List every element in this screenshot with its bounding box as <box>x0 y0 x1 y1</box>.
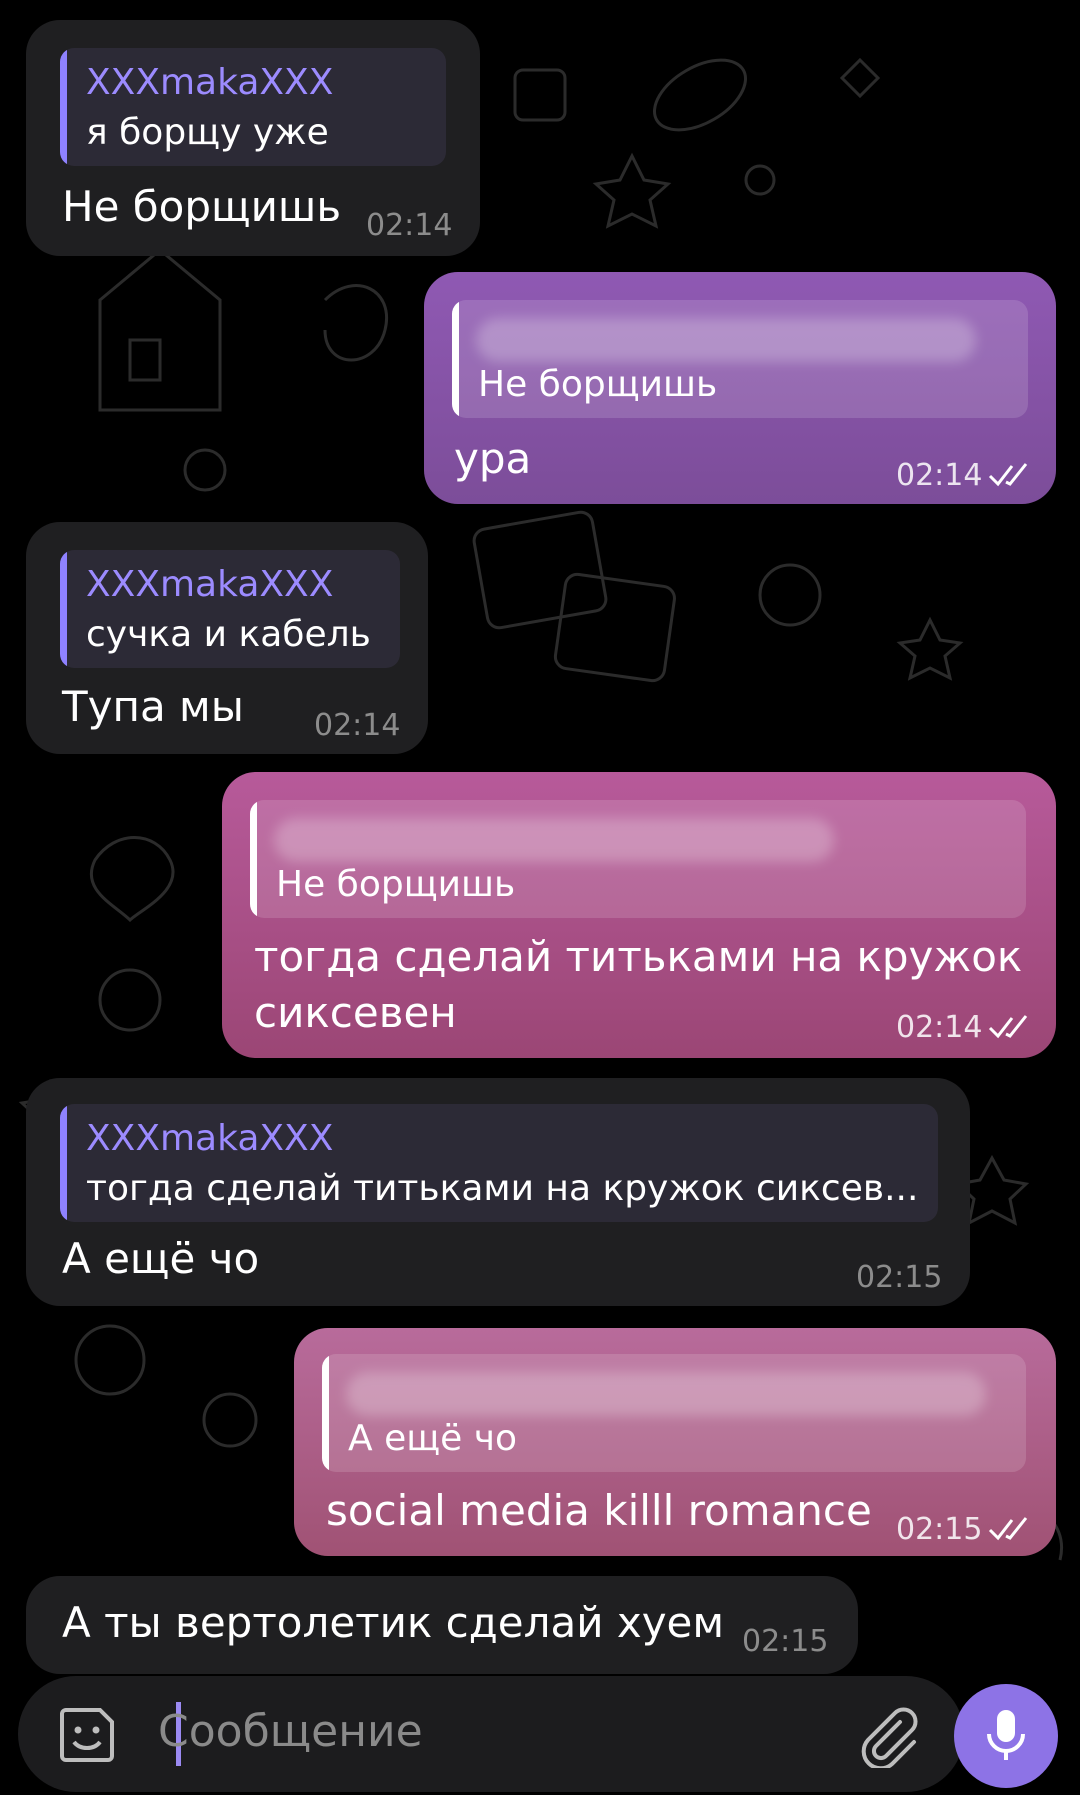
message-composer: Сообщение <box>18 1676 964 1792</box>
quote-bar <box>60 48 67 166</box>
quote-bar <box>322 1354 329 1472</box>
quote-author: XXXmakaXXX <box>86 1118 334 1159</box>
quote-bar <box>60 1104 67 1222</box>
message-incoming[interactable]: XXXmakaXXX тогда сделай титьками на круж… <box>26 1078 970 1306</box>
message-time: 02:15 <box>856 1260 943 1295</box>
message-input[interactable]: Сообщение <box>158 1706 423 1757</box>
message-text: ура <box>454 434 532 483</box>
microphone-button[interactable] <box>954 1684 1058 1788</box>
quote-bar <box>452 300 459 418</box>
quote-bar <box>250 800 257 918</box>
message-outgoing[interactable]: Не борщишь ура 02:14 <box>424 272 1056 504</box>
blurred-author <box>476 318 976 362</box>
reply-quote[interactable]: XXXmakaXXX сучка и кабель <box>60 550 400 668</box>
blurred-author <box>274 818 834 862</box>
reply-quote[interactable]: XXXmakaXXX я борщу уже <box>60 48 446 166</box>
reply-quote[interactable]: Не борщишь <box>250 800 1026 918</box>
message-text: social media killl romance <box>326 1486 872 1535</box>
message-text-line2: сиксевен <box>254 988 457 1037</box>
message-text: Тупа мы <box>62 682 244 731</box>
message-outgoing[interactable]: А ещё чо social media killl romance 02:1… <box>294 1328 1056 1556</box>
reply-quote[interactable]: XXXmakaXXX тогда сделай титьками на круж… <box>60 1104 938 1222</box>
message-time: 02:14 <box>896 1010 983 1045</box>
read-checkmarks-icon <box>988 463 1028 487</box>
message-time: 02:15 <box>896 1512 983 1547</box>
message-time: 02:15 <box>742 1624 829 1659</box>
quote-text: тогда сделай титьками на кружок сиксев..… <box>86 1168 919 1209</box>
message-incoming[interactable]: А ты вертолетик сделай хуем 02:15 <box>26 1576 858 1674</box>
quote-text: сучка и кабель <box>86 614 371 655</box>
message-incoming[interactable]: XXXmakaXXX сучка и кабель Тупа мы 02:14 <box>26 522 428 754</box>
microphone-icon <box>987 1710 1025 1760</box>
quote-text: Не борщишь <box>478 364 718 405</box>
quote-text: я борщу уже <box>86 112 329 153</box>
reply-quote[interactable]: Не борщишь <box>452 300 1028 418</box>
quote-text: Не борщишь <box>276 864 516 905</box>
message-incoming[interactable]: XXXmakaXXX я борщу уже Не борщишь 02:14 <box>26 20 480 256</box>
message-text: А ты вертолетик сделай хуем <box>62 1598 725 1647</box>
sticker-smile-icon[interactable] <box>56 1704 118 1766</box>
message-time: 02:14 <box>366 208 453 243</box>
paperclip-icon[interactable] <box>856 1702 920 1768</box>
message-text: Не борщишь <box>62 182 342 231</box>
message-outgoing[interactable]: Не борщишь тогда сделай титьками на круж… <box>222 772 1056 1058</box>
message-time: 02:14 <box>314 708 401 743</box>
message-text-line1: тогда сделай титьками на кружок <box>254 932 1023 981</box>
reply-quote[interactable]: А ещё чо <box>322 1354 1026 1472</box>
message-time: 02:14 <box>896 458 983 493</box>
read-checkmarks-icon <box>988 1517 1028 1541</box>
message-text: А ещё чо <box>62 1234 260 1283</box>
quote-author: XXXmakaXXX <box>86 564 334 605</box>
blurred-author <box>346 1372 986 1416</box>
quote-author: XXXmakaXXX <box>86 62 334 103</box>
quote-bar <box>60 550 67 668</box>
quote-text: А ещё чо <box>348 1418 518 1459</box>
read-checkmarks-icon <box>988 1015 1028 1039</box>
